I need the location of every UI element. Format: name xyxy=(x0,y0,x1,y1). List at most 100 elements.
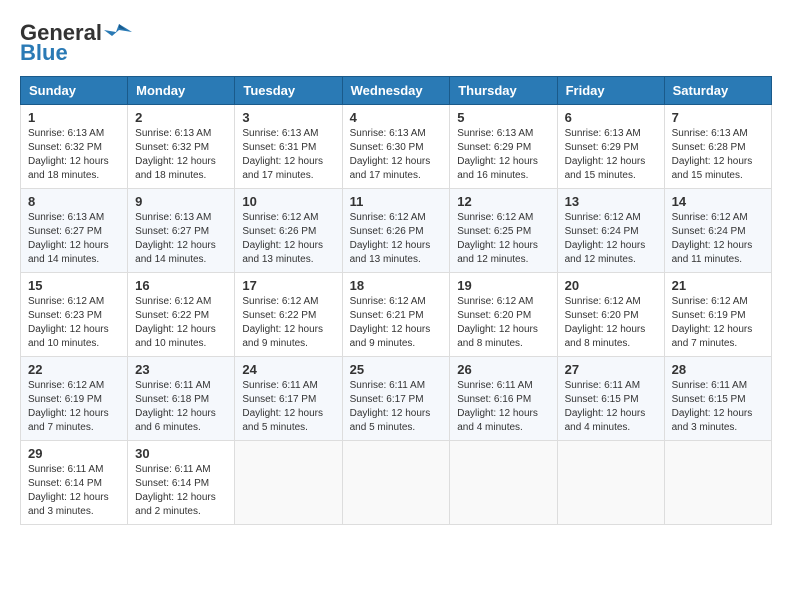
calendar-week-row: 1 Sunrise: 6:13 AMSunset: 6:32 PMDaylight… xyxy=(21,105,772,189)
day-number: 22 xyxy=(28,362,120,377)
day-info: Sunrise: 6:12 AMSunset: 6:24 PMDaylight:… xyxy=(672,211,764,267)
day-info: Sunrise: 6:12 AMSunset: 6:24 PMDaylight:… xyxy=(565,211,657,267)
day-info: Sunrise: 6:11 AMSunset: 6:14 PMDaylight:… xyxy=(135,463,227,519)
day-info: Sunrise: 6:12 AMSunset: 6:25 PMDaylight:… xyxy=(457,211,549,267)
table-row: 22 Sunrise: 6:12 AMSunset: 6:19 PMDayligh… xyxy=(21,357,128,441)
day-info: Sunrise: 6:12 AMSunset: 6:20 PMDaylight:… xyxy=(565,295,657,351)
col-monday: Monday xyxy=(128,77,235,105)
page-header: General Blue xyxy=(20,20,772,66)
day-info: Sunrise: 6:12 AMSunset: 6:26 PMDaylight:… xyxy=(350,211,443,267)
day-info: Sunrise: 6:12 AMSunset: 6:26 PMDaylight:… xyxy=(242,211,334,267)
logo-bird-icon xyxy=(104,22,134,44)
table-row: 20 Sunrise: 6:12 AMSunset: 6:20 PMDayligh… xyxy=(557,273,664,357)
calendar-header-row: Sunday Monday Tuesday Wednesday Thursday… xyxy=(21,77,772,105)
col-tuesday: Tuesday xyxy=(235,77,342,105)
table-row xyxy=(342,441,450,525)
table-row: 18 Sunrise: 6:12 AMSunset: 6:21 PMDayligh… xyxy=(342,273,450,357)
day-info: Sunrise: 6:12 AMSunset: 6:19 PMDaylight:… xyxy=(672,295,764,351)
day-info: Sunrise: 6:11 AMSunset: 6:17 PMDaylight:… xyxy=(350,379,443,435)
day-number: 6 xyxy=(565,110,657,125)
table-row: 26 Sunrise: 6:11 AMSunset: 6:16 PMDayligh… xyxy=(450,357,557,441)
day-number: 9 xyxy=(135,194,227,209)
day-info: Sunrise: 6:13 AMSunset: 6:32 PMDaylight:… xyxy=(28,127,120,183)
day-info: Sunrise: 6:12 AMSunset: 6:21 PMDaylight:… xyxy=(350,295,443,351)
day-info: Sunrise: 6:12 AMSunset: 6:19 PMDaylight:… xyxy=(28,379,120,435)
day-number: 25 xyxy=(350,362,443,377)
day-number: 5 xyxy=(457,110,549,125)
table-row: 27Sunrise: 6:11 AMSunset: 6:15 PMDayligh… xyxy=(557,357,664,441)
table-row: 10 Sunrise: 6:12 AMSunset: 6:26 PMDayligh… xyxy=(235,189,342,273)
logo: General Blue xyxy=(20,20,134,66)
table-row: 2 Sunrise: 6:13 AMSunset: 6:32 PMDaylight… xyxy=(128,105,235,189)
table-row: 11 Sunrise: 6:12 AMSunset: 6:26 PMDayligh… xyxy=(342,189,450,273)
table-row: 9 Sunrise: 6:13 AMSunset: 6:27 PMDaylight… xyxy=(128,189,235,273)
table-row: 29 Sunrise: 6:11 AMSunset: 6:14 PMDayligh… xyxy=(21,441,128,525)
calendar-table: Sunday Monday Tuesday Wednesday Thursday… xyxy=(20,76,772,525)
table-row: 28Sunrise: 6:11 AMSunset: 6:15 PMDayligh… xyxy=(664,357,771,441)
day-number: 2 xyxy=(135,110,227,125)
col-wednesday: Wednesday xyxy=(342,77,450,105)
table-row: 1 Sunrise: 6:13 AMSunset: 6:32 PMDaylight… xyxy=(21,105,128,189)
table-row: 8Sunrise: 6:13 AMSunset: 6:27 PMDaylight… xyxy=(21,189,128,273)
col-friday: Friday xyxy=(557,77,664,105)
table-row: 16 Sunrise: 6:12 AMSunset: 6:22 PMDayligh… xyxy=(128,273,235,357)
day-info: Sunrise: 6:13 AMSunset: 6:29 PMDaylight:… xyxy=(457,127,549,183)
day-info: Sunrise: 6:13 AMSunset: 6:32 PMDaylight:… xyxy=(135,127,227,183)
day-number: 19 xyxy=(457,278,549,293)
day-info: Sunrise: 6:12 AMSunset: 6:22 PMDaylight:… xyxy=(135,295,227,351)
table-row: 15 Sunrise: 6:12 AMSunset: 6:23 PMDayligh… xyxy=(21,273,128,357)
day-number: 24 xyxy=(242,362,334,377)
day-info: Sunrise: 6:13 AMSunset: 6:30 PMDaylight:… xyxy=(350,127,443,183)
day-number: 11 xyxy=(350,194,443,209)
calendar-week-row: 15 Sunrise: 6:12 AMSunset: 6:23 PMDayligh… xyxy=(21,273,772,357)
table-row: 14 Sunrise: 6:12 AMSunset: 6:24 PMDayligh… xyxy=(664,189,771,273)
table-row xyxy=(557,441,664,525)
day-number: 3 xyxy=(242,110,334,125)
day-number: 15 xyxy=(28,278,120,293)
table-row xyxy=(235,441,342,525)
table-row: 24 Sunrise: 6:11 AMSunset: 6:17 PMDayligh… xyxy=(235,357,342,441)
logo-text-blue: Blue xyxy=(20,40,68,66)
day-info: Sunrise: 6:11 AMSunset: 6:17 PMDaylight:… xyxy=(242,379,334,435)
day-number: 26 xyxy=(457,362,549,377)
day-info: Sunrise: 6:13 AMSunset: 6:27 PMDaylight:… xyxy=(28,211,120,267)
day-info: Sunrise: 6:12 AMSunset: 6:20 PMDaylight:… xyxy=(457,295,549,351)
col-saturday: Saturday xyxy=(664,77,771,105)
table-row: 13 Sunrise: 6:12 AMSunset: 6:24 PMDayligh… xyxy=(557,189,664,273)
table-row: 19 Sunrise: 6:12 AMSunset: 6:20 PMDayligh… xyxy=(450,273,557,357)
day-info: Sunrise: 6:12 AMSunset: 6:23 PMDaylight:… xyxy=(28,295,120,351)
table-row: 21 Sunrise: 6:12 AMSunset: 6:19 PMDayligh… xyxy=(664,273,771,357)
day-number: 17 xyxy=(242,278,334,293)
day-number: 7 xyxy=(672,110,764,125)
day-info: Sunrise: 6:11 AMSunset: 6:16 PMDaylight:… xyxy=(457,379,549,435)
day-info: Sunrise: 6:13 AMSunset: 6:27 PMDaylight:… xyxy=(135,211,227,267)
table-row: 30 Sunrise: 6:11 AMSunset: 6:14 PMDayligh… xyxy=(128,441,235,525)
day-number: 20 xyxy=(565,278,657,293)
table-row: 6Sunrise: 6:13 AMSunset: 6:29 PMDaylight… xyxy=(557,105,664,189)
day-number: 30 xyxy=(135,446,227,461)
col-thursday: Thursday xyxy=(450,77,557,105)
day-info: Sunrise: 6:11 AMSunset: 6:18 PMDaylight:… xyxy=(135,379,227,435)
table-row: 4Sunrise: 6:13 AMSunset: 6:30 PMDaylight… xyxy=(342,105,450,189)
table-row: 23Sunrise: 6:11 AMSunset: 6:18 PMDayligh… xyxy=(128,357,235,441)
day-number: 10 xyxy=(242,194,334,209)
day-number: 29 xyxy=(28,446,120,461)
day-info: Sunrise: 6:12 AMSunset: 6:22 PMDaylight:… xyxy=(242,295,334,351)
day-number: 21 xyxy=(672,278,764,293)
day-info: Sunrise: 6:11 AMSunset: 6:15 PMDaylight:… xyxy=(672,379,764,435)
table-row: 12 Sunrise: 6:12 AMSunset: 6:25 PMDayligh… xyxy=(450,189,557,273)
calendar-week-row: 29 Sunrise: 6:11 AMSunset: 6:14 PMDayligh… xyxy=(21,441,772,525)
day-info: Sunrise: 6:13 AMSunset: 6:31 PMDaylight:… xyxy=(242,127,334,183)
table-row: 17 Sunrise: 6:12 AMSunset: 6:22 PMDayligh… xyxy=(235,273,342,357)
day-number: 13 xyxy=(565,194,657,209)
day-info: Sunrise: 6:11 AMSunset: 6:14 PMDaylight:… xyxy=(28,463,120,519)
day-number: 16 xyxy=(135,278,227,293)
day-number: 18 xyxy=(350,278,443,293)
day-info: Sunrise: 6:13 AMSunset: 6:28 PMDaylight:… xyxy=(672,127,764,183)
day-number: 1 xyxy=(28,110,120,125)
table-row: 7 Sunrise: 6:13 AMSunset: 6:28 PMDaylight… xyxy=(664,105,771,189)
table-row: 25 Sunrise: 6:11 AMSunset: 6:17 PMDayligh… xyxy=(342,357,450,441)
day-number: 14 xyxy=(672,194,764,209)
day-number: 12 xyxy=(457,194,549,209)
table-row: 3 Sunrise: 6:13 AMSunset: 6:31 PMDaylight… xyxy=(235,105,342,189)
